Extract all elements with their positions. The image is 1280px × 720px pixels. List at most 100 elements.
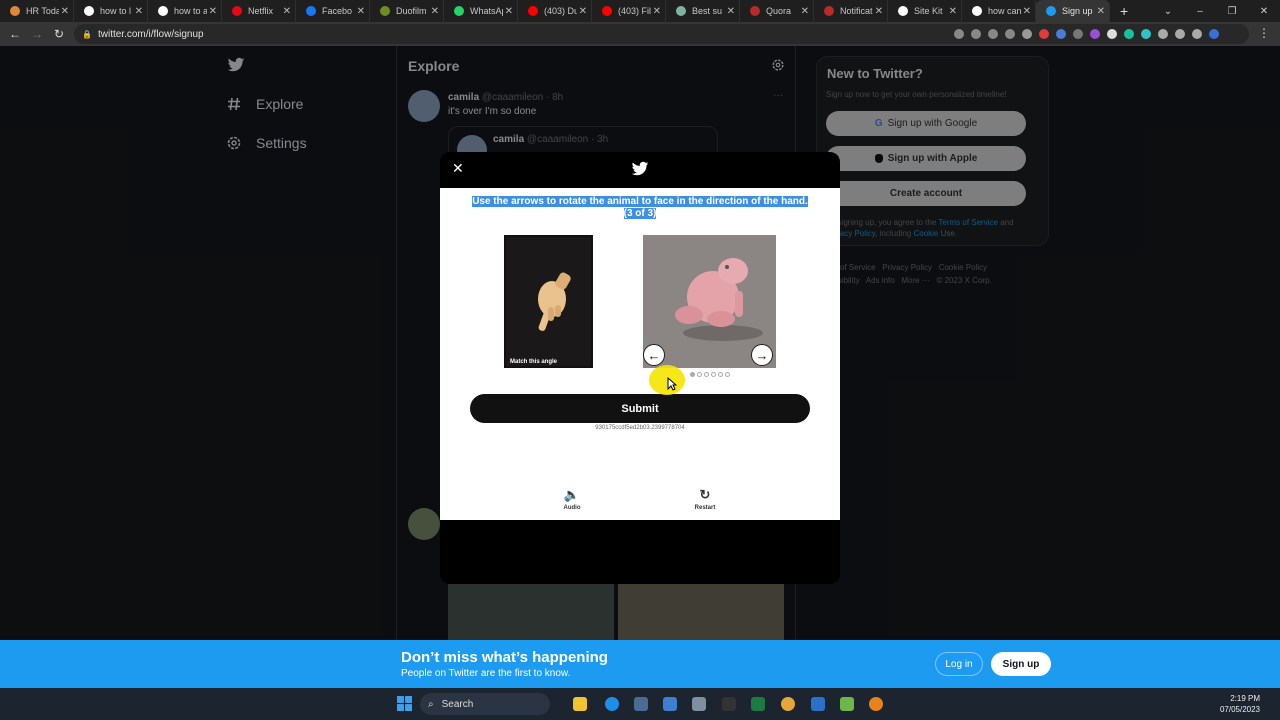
terminal-icon[interactable] [722, 697, 736, 711]
address-bar[interactable]: 🔒 twitter.com/i/flow/signup [74, 24, 1249, 44]
tab-close-icon[interactable]: ✕ [505, 6, 513, 17]
extension-icon[interactable] [1090, 29, 1100, 39]
maximize-button[interactable]: ❐ [1216, 6, 1248, 17]
extension-icon[interactable] [1141, 29, 1151, 39]
tab-close-icon[interactable]: ✕ [357, 6, 365, 17]
close-icon[interactable]: ✕ [452, 160, 464, 177]
login-button[interactable]: Log in [935, 652, 983, 676]
reading-list-icon[interactable] [1175, 29, 1185, 39]
tab-close-icon[interactable]: ✕ [801, 6, 809, 17]
reference-hand-image: Match this angle [504, 235, 593, 368]
tab-label: Duofilm [396, 6, 427, 16]
tab-close-icon[interactable]: ✕ [61, 6, 69, 17]
tab-favicon-icon [898, 6, 908, 16]
back-icon[interactable]: ← [4, 27, 26, 41]
speaker-icon: 🔈 [563, 487, 581, 502]
edge-icon[interactable] [605, 697, 619, 711]
banner-subtitle: People on Twitter are the first to know. [401, 668, 571, 679]
tab-label: Quora [766, 6, 792, 16]
rotate-right-button[interactable]: → [751, 344, 773, 366]
bookmark-star-icon[interactable] [1005, 29, 1015, 39]
tab-label: how to l [100, 6, 132, 16]
browser-tab[interactable]: Best su ✕ [666, 0, 740, 22]
browser-tab[interactable]: (403) Du ✕ [518, 0, 592, 22]
tab-close-icon[interactable]: ✕ [875, 6, 883, 17]
windows-start-icon[interactable] [397, 696, 412, 711]
tab-close-icon[interactable]: ✕ [579, 6, 587, 17]
install-icon[interactable] [971, 29, 981, 39]
signup-button[interactable]: Sign up [991, 652, 1051, 676]
file-explorer-icon[interactable] [573, 697, 587, 711]
tab-close-icon[interactable]: ✕ [1023, 6, 1031, 17]
browser-tab[interactable]: Duofilm ✕ [370, 0, 444, 22]
new-tab-button[interactable]: + [1120, 3, 1128, 19]
browser-tab[interactable]: how to a ✕ [148, 0, 222, 22]
extension-icon[interactable] [1107, 29, 1117, 39]
session-id: 930175ccdf5ed2b03.2399778704 [595, 425, 685, 431]
clock[interactable]: 2:19 PM 07/05/2023 [1220, 693, 1260, 715]
browser-tab[interactable]: Sign up ✕ [1036, 0, 1110, 22]
close-window-button[interactable]: ✕ [1248, 6, 1280, 17]
share-icon[interactable] [988, 29, 998, 39]
signup-modal: ✕ Use the arrows to rotate the animal to… [440, 152, 840, 584]
forward-icon[interactable]: → [26, 27, 48, 41]
tab-search-icon[interactable]: ⌄ [1152, 6, 1184, 17]
browser-tab[interactable]: WhatsAp✕ [444, 0, 518, 22]
position-dot [690, 372, 695, 377]
tab-favicon-icon [750, 6, 760, 16]
tab-close-icon[interactable]: ✕ [209, 6, 217, 17]
extension-icon[interactable] [1039, 29, 1049, 39]
outlook-icon[interactable] [811, 697, 825, 711]
browser-tab[interactable]: how to l ✕ [74, 0, 148, 22]
position-dot [704, 372, 709, 377]
extension-icon[interactable] [1073, 29, 1083, 39]
browser-toolbar: ← → ↻ 🔒 twitter.com/i/flow/signup ⋮ [0, 22, 1280, 46]
vscode-icon[interactable] [663, 697, 677, 711]
tab-close-icon[interactable]: ✕ [653, 6, 661, 17]
browser-tab[interactable]: Netflix ✕ [222, 0, 296, 22]
app-icon[interactable] [840, 697, 854, 711]
tab-favicon-icon [602, 6, 612, 16]
tab-close-icon[interactable]: ✕ [1097, 6, 1105, 17]
chrome-icon[interactable] [781, 697, 795, 711]
position-dot [711, 372, 716, 377]
browser-menu-icon[interactable]: ⋮ [1258, 26, 1270, 40]
minimize-button[interactable]: – [1184, 6, 1216, 17]
tab-close-icon[interactable]: ✕ [727, 6, 735, 17]
tab-favicon-icon [158, 6, 168, 16]
tab-label: (403) Fil [618, 6, 651, 16]
app-icon[interactable] [692, 697, 706, 711]
profile-avatar[interactable] [1209, 29, 1219, 39]
browser-tab[interactable]: Site Kit ✕ [888, 0, 962, 22]
audio-button[interactable]: 🔈 Audio [552, 487, 592, 511]
tab-close-icon[interactable]: ✕ [431, 6, 439, 17]
reload-icon[interactable]: ↻ [48, 27, 70, 41]
app-icon[interactable] [634, 697, 648, 711]
restart-button[interactable]: ↻ Restart [685, 487, 725, 511]
browser-tab[interactable]: Facebo ✕ [296, 0, 370, 22]
submit-button[interactable]: Submit [470, 394, 810, 423]
extension-icon[interactable] [1022, 29, 1032, 39]
tab-favicon-icon [306, 6, 316, 16]
taskbar-search[interactable]: ⌕ Search [420, 693, 550, 715]
restart-icon: ↻ [699, 487, 711, 502]
tab-close-icon[interactable]: ✕ [283, 6, 291, 17]
browser-tab[interactable]: (403) Fil ✕ [592, 0, 666, 22]
tab-label: Facebo [322, 6, 353, 16]
tab-label: how to a [174, 6, 207, 16]
key-icon[interactable] [954, 29, 964, 39]
browser-tab[interactable]: HR Toda ✕ [0, 0, 74, 22]
sidebar-icon[interactable] [1192, 29, 1202, 39]
browser-tab[interactable]: Notificat ✕ [814, 0, 888, 22]
extension-icon[interactable] [1056, 29, 1066, 39]
rotate-left-button[interactable]: ← [643, 344, 665, 366]
tab-close-icon[interactable]: ✕ [135, 6, 143, 17]
browser-tab[interactable]: how can ✕ [962, 0, 1036, 22]
tab-close-icon[interactable]: ✕ [949, 6, 957, 17]
grammarly-icon[interactable] [1124, 29, 1134, 39]
excel-icon[interactable] [751, 697, 765, 711]
tab-favicon-icon [528, 6, 538, 16]
app-icon[interactable] [869, 697, 883, 711]
puzzle-icon[interactable] [1158, 29, 1168, 39]
browser-tab[interactable]: Quora ✕ [740, 0, 814, 22]
